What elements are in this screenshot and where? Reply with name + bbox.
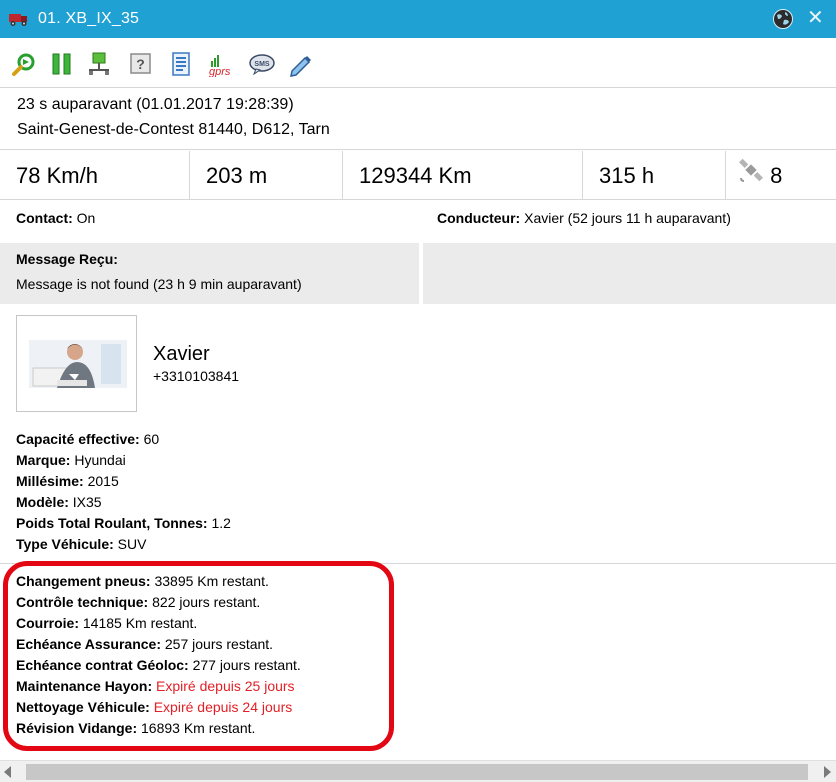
scroll-left-icon[interactable] — [4, 766, 11, 778]
address: Saint-Genest-de-Contest 81440, D612, Tar… — [17, 121, 330, 138]
contact-label: Contact: — [16, 210, 73, 226]
report-icon[interactable] — [168, 51, 194, 77]
truck-icon — [8, 9, 30, 27]
satellite-icon — [738, 151, 764, 200]
spec-row: Poids Total Roulant, Tonnes: 1.2 — [16, 515, 231, 531]
speed-value: 78 Km/h — [0, 151, 190, 200]
spec-row: Capacité effective: 60 — [16, 431, 160, 447]
driver-status: Conducteur: Xavier (52 jours 11 h aupara… — [437, 210, 731, 226]
title-bar: 01. XB_IX_35 ✕ — [0, 0, 836, 38]
contact-value: On — [76, 210, 96, 226]
spec-row: Millésime: 2015 — [16, 473, 119, 489]
scroll-right-icon[interactable] — [824, 766, 831, 778]
spec-row: Modèle: IX35 — [16, 494, 102, 510]
stats-row: 78 Km/h 203 m 129344 Km 315 h 8 — [0, 151, 836, 200]
odometer-value: 129344 Km — [343, 151, 583, 200]
driver-name: Xavier — [153, 343, 210, 365]
contact-status: Contact: On — [16, 210, 95, 226]
toolbar: ? gprs SMS — [0, 38, 836, 88]
last-update-time: 23 s auparavant (01.01.2017 19:28:39) — [17, 96, 294, 113]
globe-icon[interactable] — [772, 8, 794, 30]
spec-row: Type Véhicule: SUV — [16, 536, 147, 552]
help-icon-label: ? — [136, 56, 145, 72]
driver-photo — [16, 315, 137, 412]
message-panel: Message Reçu: Message is not found (23 h… — [0, 243, 419, 304]
close-icon[interactable]: ✕ — [807, 7, 824, 29]
horizontal-scrollbar[interactable] — [0, 760, 836, 782]
location-panel: 23 s auparavant (01.01.2017 19:28:39) Sa… — [0, 89, 836, 150]
sms-label: SMS — [254, 61, 270, 68]
sms-icon[interactable]: SMS — [248, 51, 278, 77]
driver-value: Xavier (52 jours 11 h auparavant) — [524, 210, 731, 226]
maintenance-highlight — [3, 561, 394, 751]
message-body: Message is not found (23 h 9 min auparav… — [16, 276, 302, 292]
message-panel-right — [423, 243, 836, 304]
gprs-icon[interactable]: gprs — [208, 51, 238, 78]
locate-icon[interactable] — [11, 51, 37, 77]
satellites-cell: 8 — [726, 151, 836, 200]
pause-icon[interactable] — [49, 51, 75, 77]
vehicle-specs: Capacité effective: 60 Marque: Hyundai M… — [16, 429, 231, 555]
driver-photo-image — [17, 316, 136, 411]
driver-phone[interactable]: +3310103841 — [153, 368, 239, 384]
window-title: 01. XB_IX_35 — [38, 10, 140, 27]
satellites-count: 8 — [770, 163, 783, 188]
scrollbar-thumb[interactable] — [26, 764, 808, 780]
network-icon[interactable] — [86, 51, 112, 77]
edit-icon[interactable] — [288, 51, 314, 77]
help-icon[interactable]: ? — [128, 51, 154, 77]
gprs-label: gprs — [209, 66, 231, 77]
altitude-value: 203 m — [190, 151, 343, 200]
driver-label: Conducteur: — [437, 210, 521, 226]
message-title: Message Reçu: — [16, 251, 118, 267]
spec-row: Marque: Hyundai — [16, 452, 126, 468]
engine-hours-value: 315 h — [583, 151, 726, 200]
